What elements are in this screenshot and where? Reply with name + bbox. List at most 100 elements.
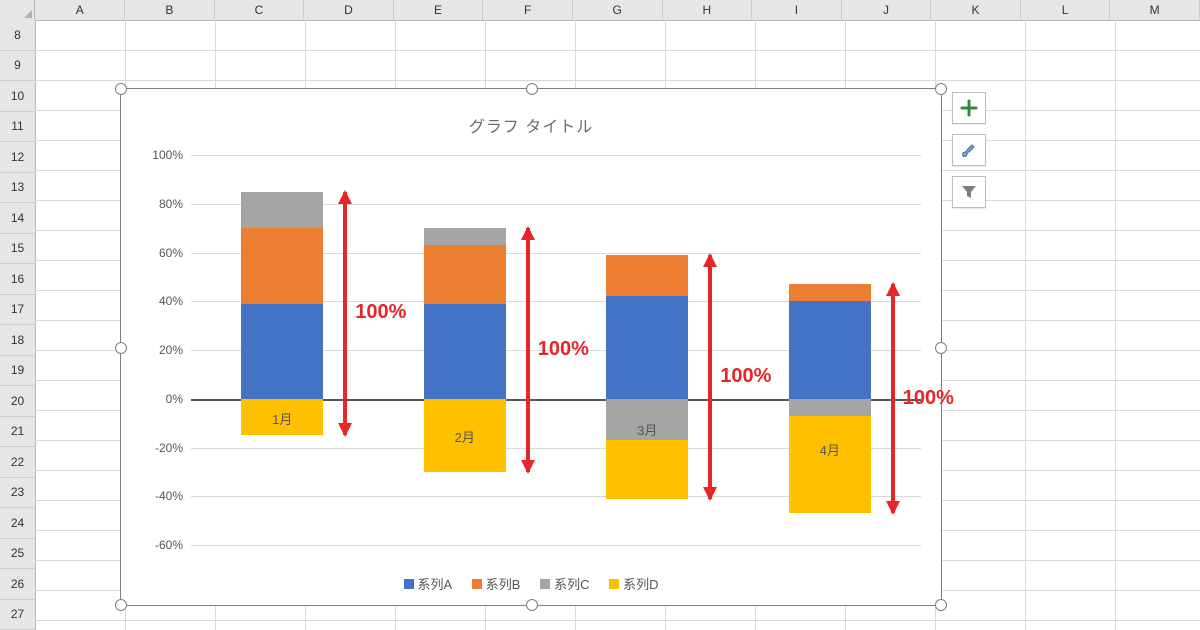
plot-area[interactable]: -60%-40%-20%0%20%40%60%80%100%1月100%2月10… bbox=[191, 155, 921, 545]
bar-segment[interactable] bbox=[606, 440, 688, 499]
row-header[interactable]: 11 bbox=[0, 112, 36, 143]
row-header[interactable]: 23 bbox=[0, 478, 36, 509]
y-axis-tick-label: 0% bbox=[166, 392, 191, 406]
row-header[interactable]: 22 bbox=[0, 447, 36, 478]
select-all-corner[interactable] bbox=[0, 0, 35, 21]
bar-segment[interactable] bbox=[241, 228, 323, 304]
resize-handle[interactable] bbox=[115, 342, 127, 354]
bar-segment[interactable] bbox=[424, 245, 506, 304]
annotation-label: 100% bbox=[538, 338, 589, 361]
annotation-label: 100% bbox=[355, 301, 406, 324]
row-header[interactable]: 14 bbox=[0, 203, 36, 234]
bar-segment[interactable] bbox=[241, 399, 323, 436]
row-header[interactable]: 26 bbox=[0, 569, 36, 600]
annotation-arrow bbox=[891, 284, 895, 513]
row-header[interactable]: 15 bbox=[0, 234, 36, 265]
bar-segment[interactable] bbox=[789, 301, 871, 399]
y-axis-tick-label: -20% bbox=[155, 441, 191, 455]
legend-swatch bbox=[609, 579, 619, 589]
legend-label: 系列C bbox=[554, 574, 589, 593]
legend[interactable]: 系列A 系列B 系列C 系列D bbox=[121, 574, 941, 593]
column-header[interactable]: D bbox=[304, 0, 394, 21]
y-axis-tick-label: 60% bbox=[159, 246, 191, 260]
row-header[interactable]: 25 bbox=[0, 539, 36, 570]
row-header[interactable]: 16 bbox=[0, 264, 36, 295]
column-headers: ABCDEFGHIJKLM bbox=[0, 0, 1200, 20]
bar-segment[interactable] bbox=[424, 399, 506, 472]
column-header[interactable]: F bbox=[483, 0, 573, 21]
funnel-icon bbox=[960, 183, 978, 201]
legend-label: 系列B bbox=[486, 574, 521, 593]
legend-swatch bbox=[404, 579, 414, 589]
plus-icon bbox=[960, 99, 978, 117]
legend-item-a[interactable]: 系列A bbox=[404, 574, 453, 593]
legend-label: 系列D bbox=[623, 574, 658, 593]
row-header[interactable]: 10 bbox=[0, 81, 36, 112]
resize-handle[interactable] bbox=[935, 342, 947, 354]
legend-item-c[interactable]: 系列C bbox=[540, 574, 589, 593]
bar-segment[interactable] bbox=[789, 416, 871, 514]
chart-side-toolbar bbox=[952, 92, 986, 208]
column-header[interactable]: C bbox=[215, 0, 305, 21]
row-header[interactable]: 27 bbox=[0, 600, 36, 630]
row-header[interactable]: 18 bbox=[0, 325, 36, 356]
bar-segment[interactable] bbox=[606, 255, 688, 296]
row-header[interactable]: 9 bbox=[0, 51, 36, 82]
legend-item-d[interactable]: 系列D bbox=[609, 574, 658, 593]
bar-segment[interactable] bbox=[424, 304, 506, 399]
row-header[interactable]: 17 bbox=[0, 295, 36, 326]
chart-title[interactable]: グラフ タイトル bbox=[121, 89, 941, 137]
y-axis-tick-label: -60% bbox=[155, 538, 191, 552]
resize-handle[interactable] bbox=[935, 83, 947, 95]
resize-handle[interactable] bbox=[935, 599, 947, 611]
bar-segment[interactable] bbox=[789, 284, 871, 301]
bar-segment[interactable] bbox=[241, 192, 323, 229]
bar-segment[interactable] bbox=[606, 296, 688, 398]
row-header[interactable]: 21 bbox=[0, 417, 36, 448]
y-axis-tick-label: -40% bbox=[155, 489, 191, 503]
chart-styles-button[interactable] bbox=[952, 134, 986, 166]
row-header[interactable]: 20 bbox=[0, 386, 36, 417]
column-header[interactable]: I bbox=[752, 0, 842, 21]
annotation-label: 100% bbox=[903, 387, 954, 410]
resize-handle[interactable] bbox=[526, 599, 538, 611]
column-header[interactable]: E bbox=[394, 0, 484, 21]
y-axis-tick-label: 80% bbox=[159, 197, 191, 211]
row-header[interactable]: 19 bbox=[0, 356, 36, 387]
bar-group[interactable]: 1月 bbox=[241, 155, 323, 545]
brush-icon bbox=[960, 141, 978, 159]
resize-handle[interactable] bbox=[526, 83, 538, 95]
chart-filter-button[interactable] bbox=[952, 176, 986, 208]
annotation-arrow bbox=[708, 255, 712, 499]
bar-group[interactable]: 3月 bbox=[606, 155, 688, 545]
bar-segment[interactable] bbox=[606, 399, 688, 440]
column-header[interactable]: H bbox=[663, 0, 753, 21]
column-header[interactable]: B bbox=[125, 0, 215, 21]
row-header[interactable]: 13 bbox=[0, 173, 36, 204]
bar-group[interactable]: 2月 bbox=[424, 155, 506, 545]
column-header[interactable]: A bbox=[35, 0, 125, 21]
legend-label: 系列A bbox=[418, 574, 453, 593]
bar-segment[interactable] bbox=[424, 228, 506, 245]
legend-item-b[interactable]: 系列B bbox=[472, 574, 521, 593]
chart-elements-button[interactable] bbox=[952, 92, 986, 124]
resize-handle[interactable] bbox=[115, 599, 127, 611]
row-header[interactable]: 8 bbox=[0, 20, 36, 51]
column-header[interactable]: M bbox=[1110, 0, 1200, 21]
bar-segment[interactable] bbox=[241, 304, 323, 399]
legend-swatch bbox=[472, 579, 482, 589]
annotation-arrow bbox=[526, 228, 530, 472]
y-axis-tick-label: 20% bbox=[159, 343, 191, 357]
column-header[interactable]: L bbox=[1021, 0, 1111, 21]
row-headers: 89101112131415161718192021222324252627 bbox=[0, 20, 35, 630]
resize-handle[interactable] bbox=[115, 83, 127, 95]
column-header[interactable]: J bbox=[842, 0, 932, 21]
bar-group[interactable]: 4月 bbox=[789, 155, 871, 545]
column-header[interactable]: K bbox=[931, 0, 1021, 21]
chart-object[interactable]: グラフ タイトル -60%-40%-20%0%20%40%60%80%100%1… bbox=[120, 88, 942, 606]
bar-segment[interactable] bbox=[789, 399, 871, 416]
row-header[interactable]: 24 bbox=[0, 508, 36, 539]
row-header[interactable]: 12 bbox=[0, 142, 36, 173]
column-header[interactable]: G bbox=[573, 0, 663, 21]
legend-swatch bbox=[540, 579, 550, 589]
